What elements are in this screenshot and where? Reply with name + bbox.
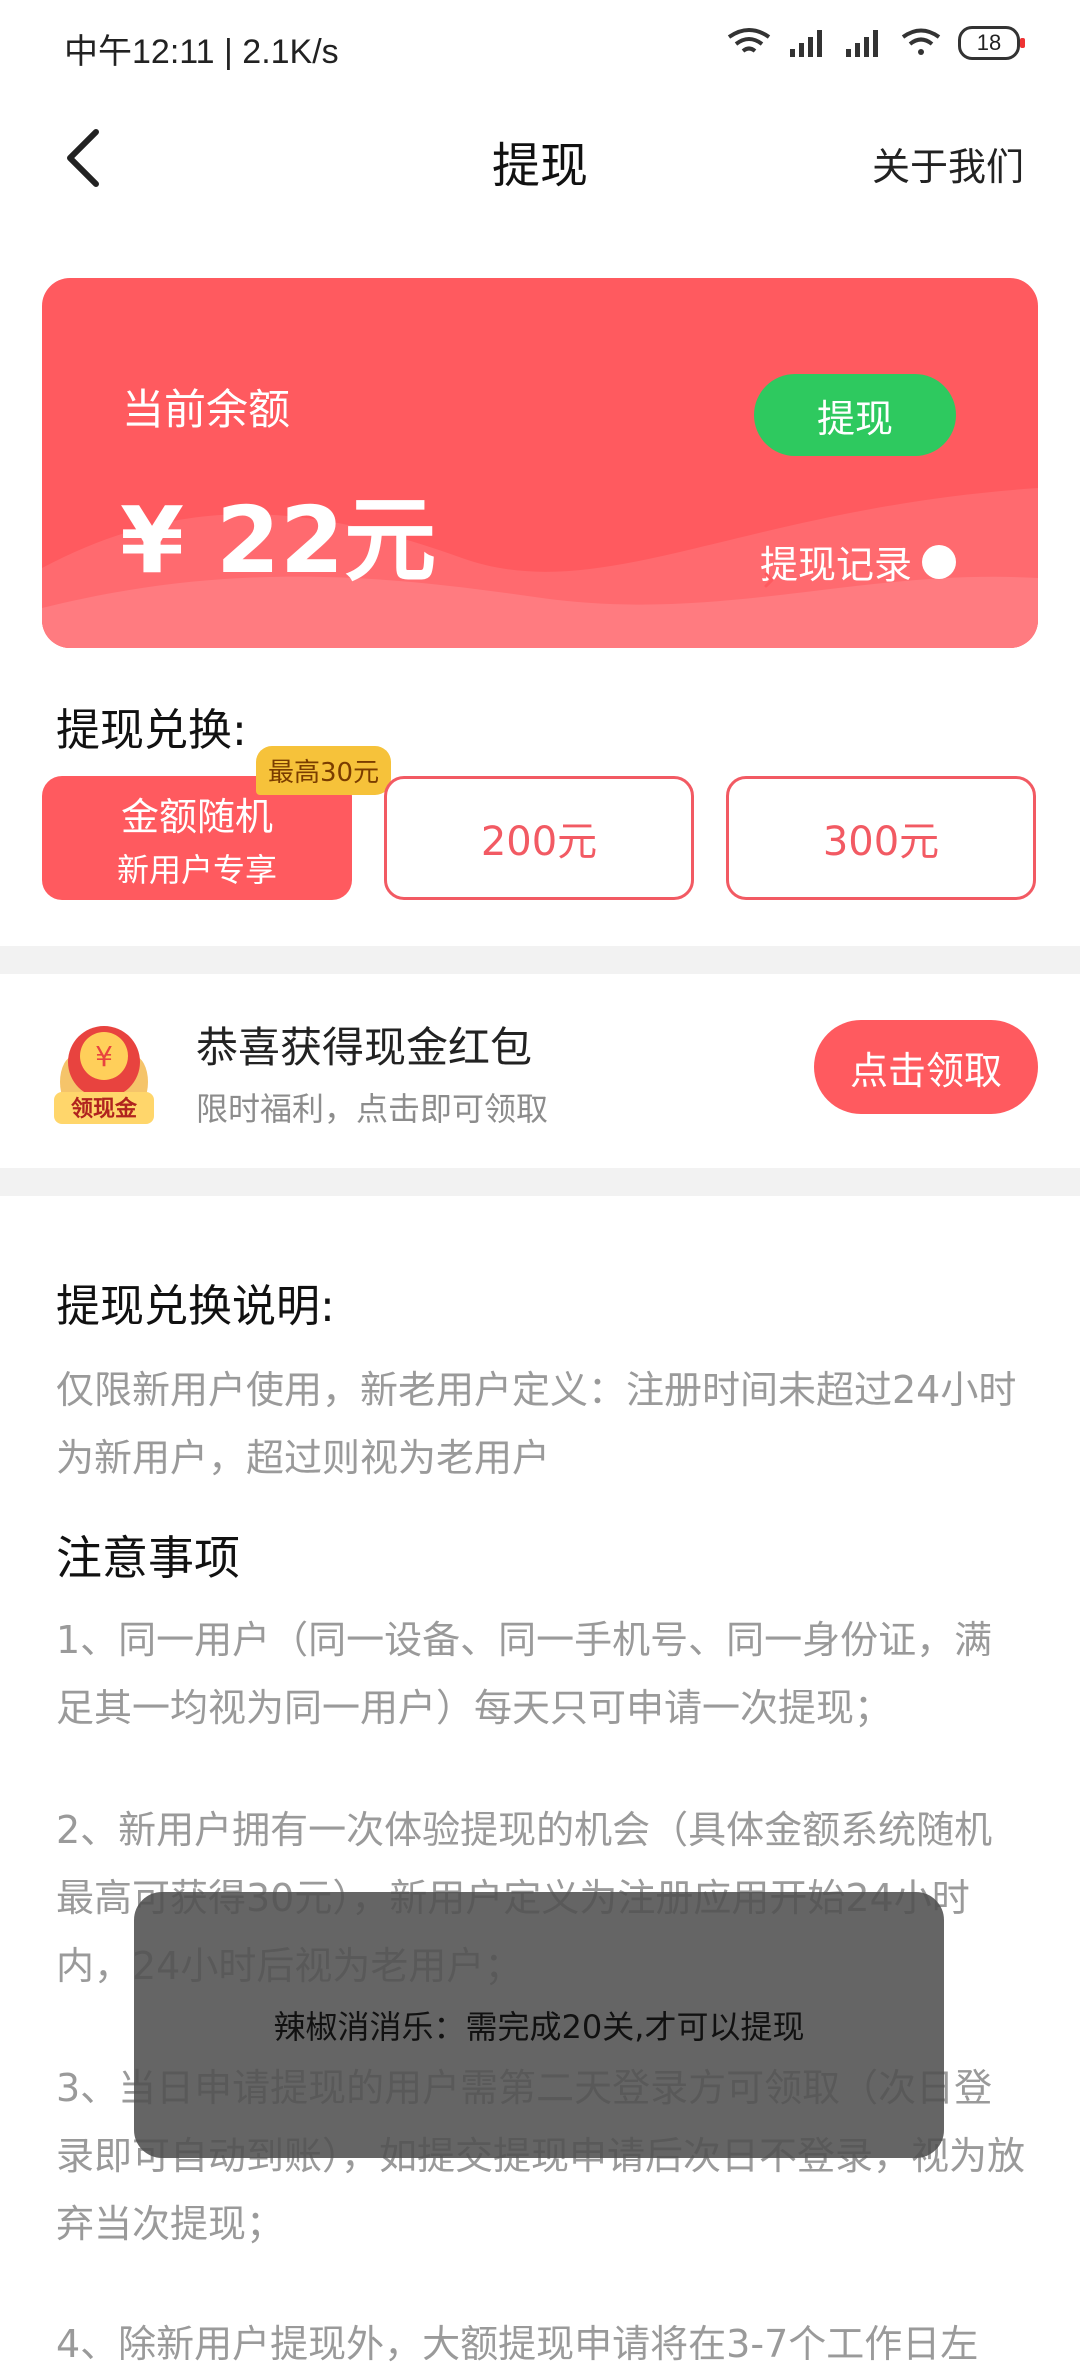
- notes-title: 注意事项: [56, 1531, 240, 1585]
- withdraw-button[interactable]: 提现: [754, 374, 956, 456]
- section-divider: [0, 946, 1080, 974]
- red-packet-title: 恭喜获得现金红包: [196, 1023, 533, 1072]
- note-1: 1、同一用户（同一设备、同一手机号、同一身份证，满足其一均视为同一用户）每天只可…: [56, 1618, 993, 1730]
- signal-icon: [790, 30, 822, 57]
- red-packet-icon: ¥ 领现金: [54, 1026, 154, 1124]
- claim-button[interactable]: 点击领取: [814, 1020, 1038, 1114]
- chevron-right-circle-icon: [764, 544, 956, 588]
- status-icons: 18: [726, 26, 1025, 60]
- balance-amount: ¥ 22元: [120, 487, 437, 594]
- wifi-icon: [727, 28, 771, 53]
- rules-title: 提现兑换说明:: [56, 1281, 335, 1332]
- withdraw-record-label: 提现记录: [759, 543, 912, 587]
- balance-card: 当前余额 ¥ 22元 提现 提现记录: [42, 278, 1038, 648]
- about-us-link[interactable]: 关于我们: [872, 136, 1024, 191]
- max-30-badge: 最高30元: [256, 746, 392, 795]
- battery-icon: 18: [958, 26, 1025, 60]
- balance-label: 当前余额: [122, 385, 291, 434]
- option-300[interactable]: 300元: [726, 776, 1036, 900]
- withdraw-record-link[interactable]: 提现记录: [760, 534, 956, 589]
- exchange-options: 金额随机 新用户专享 最高30元 200元 300元: [42, 746, 1038, 904]
- status-bar: 中午12:11 | 2.1K/s 18: [0, 0, 1080, 96]
- toast-text: 辣椒消消乐：需完成20关,才可以提现: [273, 2008, 805, 2046]
- battery-level: 18: [976, 30, 1002, 55]
- rules-intro: 仅限新用户使用，新老用户定义：注册时间未超过24小时为新用户，超过则视为老用户: [56, 1368, 1017, 1480]
- red-packet-banner: ¥ 领现金 恭喜获得现金红包 限时福利，点击即可领取 点击领取: [0, 972, 1080, 1168]
- section-divider-2: [0, 1168, 1080, 1196]
- option-200[interactable]: 200元: [384, 776, 694, 900]
- nav-bar: 提现 关于我们: [0, 96, 1080, 216]
- toast-message: 辣椒消消乐：需完成20关,才可以提现: [134, 1892, 944, 2158]
- exchange-title: 提现兑换:: [56, 705, 247, 756]
- note-4: 4、除新用户提现外，大额提现申请将在3-7个工作日左: [56, 2322, 979, 2366]
- option-random-line1: 金额随机: [120, 794, 273, 839]
- status-time: 中午12:11 | 2.1K/s: [64, 33, 339, 71]
- option-random-line2: 新用户专享: [116, 850, 277, 889]
- red-packet-icon-label: 领现金: [71, 1096, 138, 1122]
- svg-text:¥: ¥: [95, 1040, 113, 1073]
- red-packet-subtitle: 限时福利，点击即可领取: [196, 1090, 549, 1128]
- signal-hd-icon: [846, 30, 878, 57]
- wifi-calling-icon: [901, 28, 941, 55]
